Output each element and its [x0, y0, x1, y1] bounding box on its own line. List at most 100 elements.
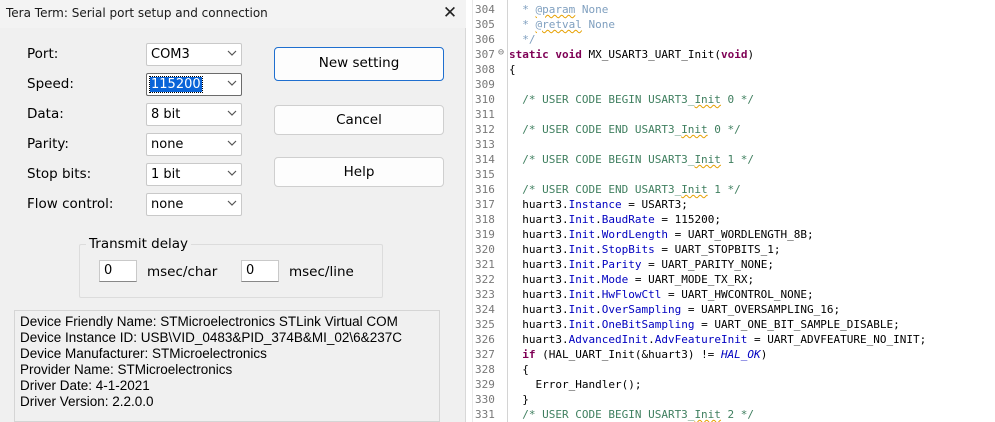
code-line: } [509, 393, 529, 406]
code-comment: Init [681, 183, 708, 196]
parity-select[interactable]: none [146, 133, 242, 156]
line-number: 320 [475, 243, 495, 256]
flow-control-select[interactable]: none [146, 193, 242, 216]
code-text: = UART_MODE_TX_RX; [628, 273, 755, 286]
port-select[interactable]: COM3 [146, 43, 242, 66]
code-line: huart3.Init.StopBits = UART_STOPBITS_1; [509, 243, 781, 256]
msec-char-input[interactable]: 0 [99, 260, 137, 282]
device-info-box[interactable]: Device Friendly Name: STMicroelectronics… [14, 310, 440, 422]
code-text: huart3. [509, 333, 569, 346]
code-comment: 0 */ [707, 123, 741, 136]
code-comment: 1 */ [707, 183, 741, 196]
flow-control-label: Flow control: [27, 196, 114, 212]
code-comment: Init [694, 93, 721, 106]
new-setting-button[interactable]: New setting [274, 47, 444, 81]
code-line: { [509, 363, 529, 376]
code-text: . [595, 273, 602, 286]
line-number: 322 [475, 273, 495, 286]
stop-bits-select[interactable]: 1 bit [146, 163, 242, 186]
parity-value: none [151, 137, 184, 152]
data-select[interactable]: 8 bit [146, 103, 242, 126]
speed-label: Speed: [27, 76, 74, 92]
line-number: 313 [475, 138, 495, 151]
code-field: Init [568, 288, 596, 301]
serial-setup-dialog: Tera Term: Serial port setup and connect… [0, 0, 466, 422]
code-text: ) [747, 48, 755, 61]
code-text: . [595, 243, 602, 256]
stop-bits-value: 1 bit [151, 167, 181, 182]
line-number: 311 [475, 108, 495, 121]
stop-bits-label: Stop bits: [27, 166, 92, 182]
code-constant: HAL_OK [720, 348, 761, 361]
code-line: huart3.Init.HwFlowCtl = UART_HWCONTROL_N… [509, 288, 813, 301]
code-keyword: if [522, 348, 536, 361]
code-field: Init [568, 213, 596, 226]
chevron-down-icon [227, 50, 237, 56]
code-text: = UART_OVERSAMPLING_16; [681, 303, 841, 316]
code-line: /* USER CODE END USART3_Init 1 */ [509, 183, 741, 196]
msec-line-label: msec/line [289, 264, 354, 280]
code-comment: Init [694, 153, 721, 166]
code-comment: /* USER CODE END USART3_ [509, 123, 682, 136]
code-field: Mode [601, 273, 629, 286]
code-line: static void MX_USART3_UART_Init(void) [509, 48, 754, 61]
line-number: 317 [475, 198, 495, 211]
device-manufacturer: Device Manufacturer: STMicroelectronics [20, 346, 267, 361]
editor-annotation-ruler [466, 0, 473, 422]
code-comment: /* USER CODE BEGIN USART3_ [509, 408, 695, 421]
code-field: Init [568, 228, 596, 241]
code-text: huart3. [509, 318, 569, 331]
code-text: huart3. [509, 198, 569, 211]
code-field: Init [568, 318, 596, 331]
code-field: Instance [568, 198, 622, 211]
fold-collapse-icon[interactable]: ⊖ [498, 47, 504, 58]
line-number: 328 [475, 363, 495, 376]
cancel-button[interactable]: Cancel [274, 105, 444, 135]
msec-char-label: msec/char [147, 264, 218, 280]
code-field: OverSampling [601, 303, 682, 316]
code-comment: /* USER CODE END USART3_ [509, 183, 682, 196]
code-text: MX_USART3_UART_Init( [581, 48, 721, 61]
code-text: . [648, 333, 655, 346]
chevron-down-icon [227, 200, 237, 206]
code-text: None [575, 3, 609, 16]
code-comment: Init [681, 123, 708, 136]
code-field: WordLength [601, 228, 668, 241]
code-comment: 2 */ [720, 408, 755, 421]
code-text: = 115200; [654, 213, 721, 226]
code-text: = UART_STOPBITS_1; [654, 243, 781, 256]
code-field: BaudRate [601, 213, 655, 226]
line-number: 316 [475, 183, 495, 196]
code-text: = UART_WORDLENGTH_8B; [667, 228, 814, 241]
code-text: . [595, 318, 602, 331]
code-keyword: static [509, 48, 549, 61]
data-value: 8 bit [151, 107, 181, 122]
line-number: 310 [475, 93, 495, 106]
dialog-titlebar: Tera Term: Serial port setup and connect… [0, 0, 466, 28]
line-number: 326 [475, 333, 495, 346]
driver-date: Driver Date: 4-1-2021 [20, 378, 150, 393]
chevron-down-icon [227, 110, 237, 116]
msec-line-input[interactable]: 0 [241, 260, 279, 282]
line-number: 304 [475, 3, 495, 16]
code-editor[interactable]: 304 305 306 307 308 309 310 311 312 313 314 315 316 3… [466, 0, 995, 422]
code-line: huart3.Init.BaudRate = 115200; [509, 213, 721, 226]
dialog-title: Tera Term: Serial port setup and connect… [6, 6, 268, 20]
code-text: . [595, 258, 602, 271]
line-number: 331 [475, 408, 495, 421]
line-number: 330 [475, 393, 495, 406]
close-icon[interactable]: ✕ [436, 1, 464, 27]
code-text: @param [535, 3, 576, 16]
speed-select[interactable]: 115200 [146, 73, 242, 96]
code-line: */ [509, 33, 536, 46]
chevron-down-icon [227, 140, 237, 146]
help-button[interactable]: Help [274, 157, 444, 187]
code-line: /* USER CODE BEGIN USART3_Init 2 */ [509, 408, 754, 421]
gutter-divider [507, 0, 508, 422]
line-number: 307 [475, 48, 495, 61]
code-field: Init [568, 273, 596, 286]
code-text: . [595, 303, 602, 316]
line-number: 321 [475, 258, 495, 271]
code-line: huart3.AdvancedInit.AdvFeatureInit = UAR… [509, 333, 926, 346]
code-text: huart3. [509, 303, 569, 316]
